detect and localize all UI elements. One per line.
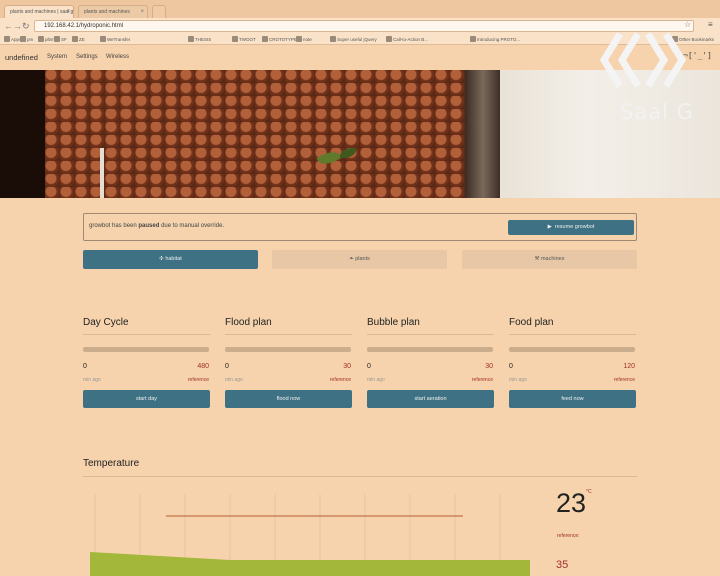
bookmark-item[interactable]: Apps — [4, 35, 21, 44]
minutes-value: 0 — [509, 363, 513, 370]
temperature-area — [90, 552, 530, 576]
close-icon[interactable]: × — [140, 6, 144, 18]
leaf-icon: ❧ — [349, 256, 354, 262]
bookmark-item[interactable]: ZE — [72, 35, 85, 44]
temperature-title: Temperature — [83, 458, 140, 469]
status-word: paused — [138, 223, 160, 229]
feed-now-button[interactable]: feed now — [509, 390, 636, 408]
tab-habitat[interactable]: ✣ habitat — [83, 250, 258, 269]
bookmark-item[interactable]: pibm — [38, 35, 55, 44]
close-icon[interactable]: × — [66, 6, 70, 18]
menu-icon[interactable]: ≡ — [708, 20, 713, 29]
bookmark-icon — [100, 36, 106, 42]
reference-value: 30 — [343, 363, 351, 370]
nav-link-wireless[interactable]: Wireless — [106, 54, 129, 60]
tab-plants[interactable]: ❧ plants — [272, 250, 447, 269]
card-food-plan: Food plan 0 120 min ago reference feed n… — [509, 315, 636, 410]
resume-growbot-button[interactable]: ▶ resume growbot — [508, 220, 634, 235]
bookmark-icon — [4, 36, 10, 42]
temperature-value: 23 — [556, 488, 587, 518]
bookmark-icon — [296, 36, 302, 42]
bookmark-icon — [470, 36, 476, 42]
progress-bar — [509, 347, 635, 352]
bookmark-icon — [262, 36, 268, 42]
tab-machines[interactable]: ⚒ machines — [462, 250, 637, 269]
bookmark-item[interactable]: Super useful jQuery — [330, 35, 377, 44]
reference-label: reference — [471, 377, 493, 383]
reference-label: reference — [187, 377, 209, 383]
bookmark-icon — [232, 36, 238, 42]
logo-text: Saal G — [620, 100, 694, 124]
minutes-value: 0 — [83, 363, 87, 370]
reference-value: 35 — [556, 559, 569, 571]
minutes-value: 0 — [367, 363, 371, 370]
temperature-chart — [90, 494, 530, 576]
card-title: Food plan — [509, 317, 554, 328]
browser-tab-bar: plants and machines | saal g × plants and… — [0, 0, 720, 18]
bookmark-item[interactable]: WeTransfer — [100, 35, 130, 44]
progress-bar — [367, 347, 493, 352]
nav-link-settings[interactable]: Settings — [76, 54, 98, 60]
minutes-label: min ago — [509, 377, 527, 383]
bookmark-item[interactable]: TWOOT — [232, 35, 256, 44]
reference-label: reference — [613, 377, 635, 383]
url-input[interactable]: 192.168.42.1/hydroponic.html — [34, 20, 694, 32]
reference-value: 120 — [623, 363, 635, 370]
start-day-button[interactable]: start day — [83, 390, 210, 408]
progress-bar — [225, 347, 351, 352]
nav-link-system[interactable]: System — [47, 54, 67, 60]
card-title: Bubble plan — [367, 317, 420, 328]
minutes-label: min ago — [367, 377, 385, 383]
card-title: Flood plan — [225, 317, 272, 328]
new-tab-button[interactable] — [152, 5, 166, 18]
browser-tab[interactable]: plants and machines × — [78, 5, 148, 18]
brand[interactable]: undefined — [5, 53, 38, 62]
start-aeration-button[interactable]: start aeration — [367, 390, 494, 408]
bookmark-icon — [20, 36, 26, 42]
bookmark-icon — [72, 36, 78, 42]
reference-label: reference: — [557, 533, 580, 539]
forward-icon[interactable]: → — [13, 20, 22, 32]
card-title: Day Cycle — [83, 317, 129, 328]
bookmark-item[interactable]: Call-to-Action B... — [386, 35, 428, 44]
sun-icon: ✣ — [159, 256, 164, 262]
wrench-icon: ⚒ — [534, 256, 540, 262]
reference-value: 480 — [197, 363, 209, 370]
status-alert: growbot has been paused due to manual ov… — [83, 213, 637, 241]
bookmark-item[interactable]: SF — [54, 35, 67, 44]
bookmark-item[interactable]: note — [296, 35, 312, 44]
bookmark-icon — [188, 36, 194, 42]
temperature-unit: °C — [586, 489, 592, 495]
bookmark-icon — [54, 36, 60, 42]
tab-label: plants and machines | saal g — [10, 9, 74, 15]
reference-value: 30 — [485, 363, 493, 370]
tab-label: plants and machines — [84, 9, 130, 15]
card-bubble-plan: Bubble plan 0 30 min ago reference start… — [367, 315, 494, 410]
minutes-label: min ago — [83, 377, 101, 383]
progress-bar — [83, 347, 209, 352]
reference-label: reference — [329, 377, 351, 383]
bookmark-icon — [330, 36, 336, 42]
bookmark-icon — [386, 36, 392, 42]
bookmark-item[interactable]: CROTOTYPE — [262, 35, 297, 44]
reload-icon[interactable]: ↻ — [22, 20, 30, 32]
bookmark-icon — [38, 36, 44, 42]
minutes-value: 0 — [225, 363, 229, 370]
flood-now-button[interactable]: flood now — [225, 390, 352, 408]
bookmark-item[interactable]: Introducing PROTO... — [470, 35, 520, 44]
alert-message: growbot has been paused due to manual ov… — [89, 223, 225, 229]
card-day-cycle: Day Cycle 0 480 min ago reference start … — [83, 315, 210, 410]
minutes-label: min ago — [225, 377, 243, 383]
bookmark-item[interactable]: pm — [20, 35, 33, 44]
card-flood-plan: Flood plan 0 30 min ago reference flood … — [225, 315, 352, 410]
saal-g-logo-icon — [599, 32, 687, 88]
back-icon[interactable]: ← — [4, 20, 13, 32]
bookmark-item[interactable]: THESIS — [188, 35, 211, 44]
browser-tab[interactable]: plants and machines | saal g × — [4, 5, 74, 18]
